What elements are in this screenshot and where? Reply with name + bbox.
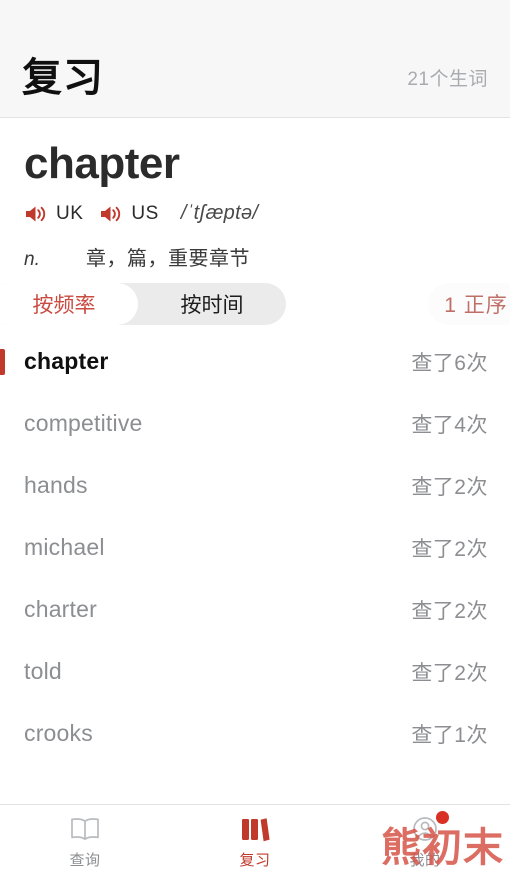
list-item[interactable]: michael 查了2次 <box>0 517 510 579</box>
list-item-lookup-count: 查了2次 <box>411 537 488 561</box>
definition-text: 章，篇，重要章节 <box>86 247 250 270</box>
notification-badge-dot <box>436 810 449 824</box>
list-item-word: chapter <box>24 348 109 375</box>
segment-by-time[interactable]: 按时间 <box>138 283 286 325</box>
books-icon <box>239 814 271 844</box>
list-item-lookup-count: 查了1次 <box>411 723 488 747</box>
app-root: 复习 21个生词 chapter UK US /ˈtʃæptə/ n. 章，篇，… <box>0 0 510 874</box>
list-item[interactable]: hands 查了2次 <box>0 455 510 517</box>
list-item[interactable]: charter 查了2次 <box>0 579 510 641</box>
tab-review[interactable]: 复习 <box>170 805 340 874</box>
tab-label: 复习 <box>239 851 271 869</box>
part-of-speech: n. <box>24 248 40 270</box>
sort-order-button[interactable]: 1 正序 <box>428 282 510 325</box>
list-item-word: competitive <box>24 410 143 437</box>
sort-segmented-control[interactable]: 按频率 按时间 <box>0 282 286 325</box>
list-item-lookup-count: 查了2次 <box>411 475 488 499</box>
tab-bar: 查询 复习 我的 熊初末 <box>0 804 510 874</box>
list-item-lookup-count: 查了4次 <box>411 413 488 437</box>
list-item-word: michael <box>24 534 105 561</box>
segment-by-frequency[interactable]: 按频率 <box>0 282 138 325</box>
list-item-lookup-count: 查了6次 <box>411 351 488 375</box>
definition-row: n. 章，篇，重要章节 <box>24 242 488 271</box>
open-book-icon <box>69 814 101 844</box>
tab-search[interactable]: 查询 <box>0 805 170 874</box>
person-icon <box>410 810 449 844</box>
list-item-word: crooks <box>24 720 93 747</box>
word-list[interactable]: chapter 查了6次 competitive 查了4次 hands 查了2次… <box>0 330 510 804</box>
tab-label: 我的 <box>409 851 441 869</box>
phonetic-transcription: /ˈtʃæptə/ <box>180 202 259 225</box>
list-item-word: told <box>24 658 62 685</box>
list-item[interactable]: competitive 查了4次 <box>0 393 510 455</box>
word-detail-card: chapter UK US /ˈtʃæptə/ n. 章，篇，重要章节 <box>0 118 510 277</box>
uk-pronunciation-label: UK <box>56 202 84 224</box>
speaker-icon[interactable] <box>99 204 125 224</box>
tab-label: 查询 <box>69 851 101 869</box>
list-item-word: hands <box>24 472 88 499</box>
new-word-count: 21个生词 <box>407 69 488 90</box>
us-pronunciation-label: US <box>131 202 159 224</box>
status-bar <box>0 0 510 38</box>
selected-marker-icon <box>0 348 5 375</box>
page-header: 复习 21个生词 <box>0 38 510 118</box>
list-item[interactable]: told 查了2次 <box>0 641 510 703</box>
sort-bar: 按频率 按时间 1 正序 <box>0 276 510 331</box>
speaker-icon[interactable] <box>24 204 50 224</box>
list-item-lookup-count: 查了2次 <box>411 599 488 623</box>
word-headline: chapter <box>24 139 180 188</box>
tab-profile[interactable]: 我的 <box>340 805 510 874</box>
pronunciation-row: UK US /ˈtʃæptə/ <box>24 202 488 226</box>
list-item-lookup-count: 查了2次 <box>411 661 488 685</box>
page-title: 复习 <box>22 55 104 100</box>
list-item[interactable]: crooks 查了1次 <box>0 703 510 765</box>
list-item[interactable]: chapter 查了6次 <box>0 331 510 393</box>
list-item-word: charter <box>24 596 97 623</box>
